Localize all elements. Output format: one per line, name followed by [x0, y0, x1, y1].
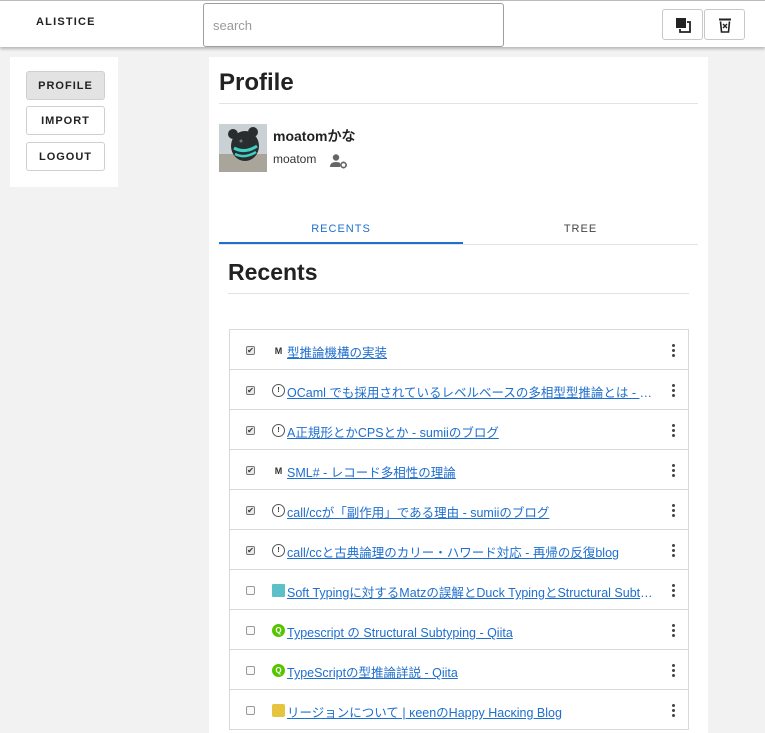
avatar-image [219, 124, 267, 172]
more-vert-icon[interactable] [663, 540, 683, 560]
item-checkbox[interactable]: ✔ [246, 466, 255, 475]
user-settings-icon[interactable] [330, 153, 348, 169]
item-checkbox[interactable]: ✔ [246, 386, 255, 395]
display-name: moatomかな [273, 128, 356, 144]
hatena-favicon-icon: ! [272, 544, 285, 557]
item-link[interactable]: 型推論機構の実装 [287, 342, 655, 361]
item-link[interactable]: OCaml でも採用されているレベルベースの多相型型推論とは - 言語のしくみ [287, 382, 655, 401]
section-title: Recents [228, 259, 318, 285]
item-link[interactable]: Soft Typingに対するMatzの誤解とDuck TypingとStruc… [287, 582, 655, 601]
avatar [219, 124, 267, 172]
item-checkbox[interactable]: ✔ [246, 506, 255, 515]
item-link[interactable]: TypeScriptの型推論詳説 - Qiita [287, 662, 655, 681]
more-vert-icon[interactable] [663, 580, 683, 600]
list-item: ✔ M 型推論機構の実装 [230, 330, 688, 370]
list-item: リージョンについて | κeenのHappy Hacκing Blog [230, 690, 688, 730]
item-checkbox[interactable] [246, 626, 255, 635]
more-vert-icon[interactable] [663, 660, 683, 680]
app-header: ALISTICE [0, 0, 765, 47]
qiita-favicon-icon: Q [272, 624, 285, 637]
list-item: ✔! call/ccが「副作用」である理由 - sumiiのブログ [230, 490, 688, 530]
hatena-favicon-icon: ! [272, 504, 285, 517]
side-menu: PROFILE IMPORT LOGOUT [10, 57, 118, 187]
window-stack-button[interactable] [662, 9, 703, 40]
more-vert-icon[interactable] [663, 700, 683, 720]
item-checkbox[interactable]: ✔ [246, 546, 255, 555]
item-link[interactable]: call/ccと古典論理のカリー・ハワード対応 - 再帰の反復blog [287, 542, 655, 561]
list-item: Q TypeScriptの型推論詳説 - Qiita [230, 650, 688, 690]
more-vert-icon[interactable] [663, 500, 683, 520]
list-item: Q Typescript の Structural Subtyping - Qii… [230, 610, 688, 650]
more-vert-icon[interactable] [663, 340, 683, 360]
mdn-favicon-icon: M [274, 465, 283, 476]
more-vert-icon[interactable] [663, 620, 683, 640]
recents-list: ✔ M 型推論機構の実装 ✔! OCaml でも採用されているレベルベースの多相型型推論… [229, 329, 689, 730]
hatena-favicon-icon: ! [272, 384, 285, 397]
trash-can-icon [718, 18, 731, 33]
item-link[interactable]: Typescript の Structural Subtyping - Qiit… [287, 622, 655, 641]
tab-tree[interactable]: TREE [463, 213, 698, 245]
item-checkbox[interactable] [246, 706, 255, 715]
window-stack-icon [675, 17, 691, 33]
hatena-favicon-icon: ! [272, 424, 285, 437]
more-vert-icon[interactable] [663, 420, 683, 440]
item-link[interactable]: A正規形とかCPSとか - sumiiのブログ [287, 422, 655, 441]
trash-button[interactable] [704, 9, 745, 40]
item-checkbox[interactable]: ✔ [246, 346, 255, 355]
list-item: Soft Typingに対するMatzの誤解とDuck TypingとStruc… [230, 570, 688, 610]
item-link[interactable]: リージョンについて | κeenのHappy Hacκing Blog [287, 702, 655, 721]
tabs-divider [219, 244, 698, 245]
logout-button[interactable]: LOGOUT [26, 142, 105, 171]
import-button[interactable]: IMPORT [26, 106, 105, 135]
site-favicon-icon [272, 584, 285, 597]
list-item: ✔! call/ccと古典論理のカリー・ハワード対応 - 再帰の反復blog [230, 530, 688, 570]
more-vert-icon[interactable] [663, 380, 683, 400]
item-checkbox[interactable] [246, 666, 255, 675]
main-panel: Profile moatomかな moatom RECENTS TREE Rec… [209, 57, 708, 733]
search-input[interactable] [203, 3, 504, 47]
more-vert-icon[interactable] [663, 460, 683, 480]
page-title: Profile [219, 69, 294, 96]
tab-recents[interactable]: RECENTS [219, 213, 463, 245]
qiita-favicon-icon: Q [272, 664, 285, 677]
item-checkbox[interactable] [246, 586, 255, 595]
item-checkbox[interactable]: ✔ [246, 426, 255, 435]
item-link[interactable]: SML# - レコード多相性の理論 [287, 462, 655, 481]
title-divider [219, 103, 698, 104]
mdn-favicon-icon: M [274, 345, 283, 356]
brand-logo[interactable]: ALISTICE [36, 16, 96, 28]
item-link[interactable]: call/ccが「副作用」である理由 - sumiiのブログ [287, 502, 655, 521]
blog-favicon-icon [272, 704, 285, 717]
list-item: ✔ M SML# - レコード多相性の理論 [230, 450, 688, 490]
profile-button[interactable]: PROFILE [26, 71, 105, 100]
username: moatom [273, 152, 317, 166]
section-divider [228, 293, 689, 294]
list-item: ✔!OCaml でも採用されているレベルベースの多相型型推論とは - 言語のしく… [230, 370, 688, 410]
list-item: ✔! A正規形とかCPSとか - sumiiのブログ [230, 410, 688, 450]
